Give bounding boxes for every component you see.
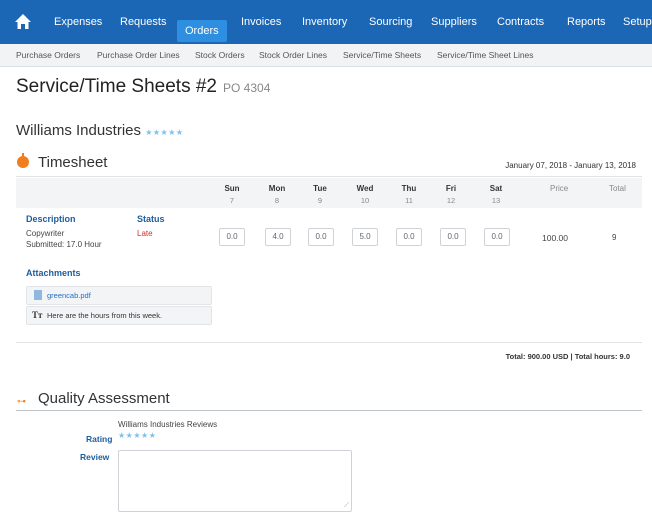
attachment-file-link[interactable]: greencab.pdf bbox=[47, 291, 91, 300]
line-price: 100.00 bbox=[542, 233, 568, 243]
rating-label: Rating bbox=[86, 434, 113, 444]
quality-header: ⊶ Quality Assessment bbox=[16, 390, 642, 411]
hours-input-sat[interactable]: 0.0 bbox=[484, 228, 510, 246]
quality-title: Quality Assessment bbox=[38, 390, 170, 407]
nav-item-suppliers[interactable]: Suppliers bbox=[431, 0, 477, 44]
subnav-purchase-orders[interactable]: Purchase Orders bbox=[16, 44, 80, 66]
nav-item-reports[interactable]: Reports bbox=[567, 0, 606, 44]
timesheet-title: Timesheet bbox=[38, 154, 108, 171]
text-note-icon: Tт bbox=[32, 310, 43, 320]
hours-input-fri[interactable]: 0.0 bbox=[440, 228, 466, 246]
nav-item-orders[interactable]: Orders bbox=[177, 20, 227, 42]
home-icon[interactable] bbox=[14, 13, 32, 31]
day-wed: Wed 10 bbox=[356, 184, 374, 205]
total-column-label: Total bbox=[609, 184, 626, 193]
timesheet-header: Timesheet January 07, 2018 - January 13,… bbox=[16, 152, 642, 177]
status-label: Status bbox=[137, 214, 165, 224]
resize-handle-icon[interactable]: ⟋ bbox=[344, 502, 349, 510]
nav-item-expenses[interactable]: Expenses bbox=[54, 0, 102, 44]
file-icon bbox=[34, 290, 42, 300]
page-title: Service/Time Sheets #2 PO 4304 bbox=[16, 76, 270, 98]
day-mon: Mon 8 bbox=[268, 184, 286, 205]
quality-icon: ⊶ bbox=[17, 396, 26, 406]
nav-item-requests[interactable]: Requests bbox=[120, 0, 166, 44]
company-name: Williams Industries bbox=[16, 122, 142, 139]
review-textarea[interactable]: ⟋ bbox=[118, 450, 352, 512]
attachment-note: Tт Here are the hours from this week. bbox=[26, 306, 212, 325]
nav-item-contracts[interactable]: Contracts bbox=[497, 0, 544, 44]
status-badge: Late bbox=[137, 229, 153, 238]
subnav-service-time-sheet-lines[interactable]: Service/Time Sheet Lines bbox=[437, 44, 534, 66]
attachments-label: Attachments bbox=[26, 268, 81, 278]
day-thu: Thu 11 bbox=[401, 184, 417, 205]
nav-item-setup[interactable]: Setup bbox=[623, 0, 652, 44]
subnav-service-time-sheets[interactable]: Service/Time Sheets bbox=[343, 44, 421, 66]
nav-item-inventory[interactable]: Inventory bbox=[302, 0, 347, 44]
hours-input-thu[interactable]: 0.0 bbox=[396, 228, 422, 246]
po-number: PO 4304 bbox=[223, 81, 271, 95]
attachment-file[interactable]: greencab.pdf bbox=[26, 286, 212, 305]
hours-input-sun[interactable]: 0.0 bbox=[219, 228, 245, 246]
sub-nav: Purchase Orders Purchase Order Lines Sto… bbox=[0, 44, 652, 67]
day-fri: Fri 12 bbox=[445, 184, 457, 205]
line-description: Copywriter bbox=[26, 229, 65, 238]
subnav-stock-orders[interactable]: Stock Orders bbox=[195, 44, 245, 66]
company-rating-stars: ★★★★★ bbox=[145, 128, 184, 137]
day-tue: Tue 9 bbox=[313, 184, 327, 205]
timesheet-icon bbox=[17, 153, 29, 168]
review-label: Review bbox=[80, 452, 110, 462]
page-title-text: Service/Time Sheets #2 bbox=[16, 76, 217, 97]
reviews-title: Williams Industries Reviews bbox=[118, 420, 218, 429]
top-nav: Expenses Requests Orders Invoices Invent… bbox=[0, 0, 652, 44]
company-heading: Williams Industries ★★★★★ bbox=[16, 122, 184, 139]
nav-item-invoices[interactable]: Invoices bbox=[241, 0, 281, 44]
rating-stars[interactable]: ★★★★★ bbox=[118, 431, 156, 440]
price-column-label: Price bbox=[550, 184, 569, 193]
line-total: 9 bbox=[612, 233, 617, 242]
nav-item-sourcing[interactable]: Sourcing bbox=[369, 0, 412, 44]
line-submitted: Submitted: 17.0 Hour bbox=[26, 240, 102, 249]
hours-input-mon[interactable]: 4.0 bbox=[265, 228, 291, 246]
hours-input-tue[interactable]: 0.0 bbox=[308, 228, 334, 246]
attachment-note-text: Here are the hours from this week. bbox=[47, 311, 163, 320]
timesheet-totals: Total: 900.00 USD | Total hours: 9.0 bbox=[505, 352, 630, 361]
timesheet-grid-header: Sun 7 Mon 8 Tue 9 Wed 10 Thu 11 Fri 12 Sat 13 P… bbox=[16, 178, 642, 208]
subnav-purchase-order-lines[interactable]: Purchase Order Lines bbox=[97, 44, 180, 66]
timesheet-date-range: January 07, 2018 - January 13, 2018 bbox=[505, 161, 636, 170]
day-sat: Sat 13 bbox=[489, 184, 503, 205]
day-sun: Sun 7 bbox=[224, 184, 240, 205]
hours-input-wed[interactable]: 5.0 bbox=[352, 228, 378, 246]
description-label: Description bbox=[26, 214, 76, 224]
timesheet-divider bbox=[16, 342, 642, 343]
subnav-stock-order-lines[interactable]: Stock Order Lines bbox=[259, 44, 327, 66]
